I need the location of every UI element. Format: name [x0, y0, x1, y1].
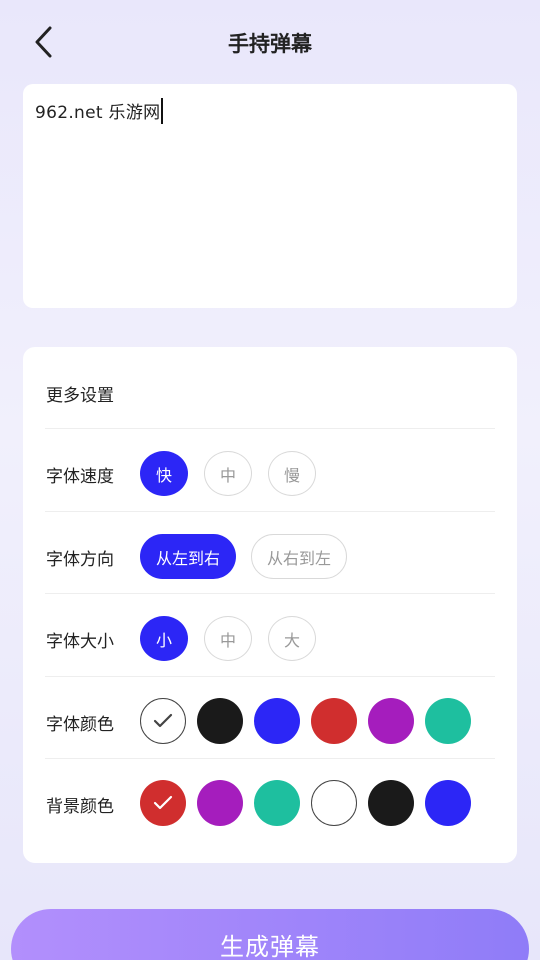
size-option-medium[interactable]: 中 — [204, 616, 252, 661]
direction-option-ltr[interactable]: 从左到右 — [140, 534, 236, 579]
size-option-small[interactable]: 小 — [140, 616, 188, 661]
bg-color-swatch[interactable] — [368, 780, 414, 826]
font-color-swatch[interactable] — [311, 698, 357, 744]
settings-title: 更多设置 — [46, 386, 114, 406]
divider — [45, 593, 495, 594]
size-option-large[interactable]: 大 — [268, 616, 316, 661]
speed-option-medium[interactable]: 中 — [204, 451, 252, 496]
speed-option-slow[interactable]: 慢 — [268, 451, 316, 496]
bg-color-swatch[interactable] — [197, 780, 243, 826]
bg-color-label: 背景颜色 — [46, 797, 114, 817]
font-color-swatch[interactable] — [254, 698, 300, 744]
divider — [45, 511, 495, 512]
font-color-label: 字体颜色 — [46, 715, 114, 735]
direction-option-rtl[interactable]: 从右到左 — [251, 534, 347, 579]
settings-card: 更多设置 字体速度 快 中 慢 字体方向 从左到右 从右到左 字体大小 小 中 … — [23, 347, 517, 863]
check-icon — [153, 713, 173, 728]
page-title: 手持弹幕 — [228, 32, 312, 56]
text-caret — [161, 98, 164, 124]
danmaku-text-value: 962.net 乐游网 — [35, 103, 161, 123]
direction-label: 字体方向 — [46, 550, 114, 570]
bg-color-swatch[interactable] — [425, 780, 471, 826]
divider — [45, 758, 495, 759]
font-color-swatch[interactable] — [197, 698, 243, 744]
size-label: 字体大小 — [46, 632, 114, 652]
bg-color-swatch[interactable] — [254, 780, 300, 826]
generate-danmaku-button[interactable]: 生成弹幕 — [11, 909, 529, 960]
check-icon — [153, 795, 173, 810]
divider — [45, 676, 495, 677]
bg-color-swatch[interactable] — [311, 780, 357, 826]
font-color-swatch[interactable] — [425, 698, 471, 744]
speed-option-fast[interactable]: 快 — [140, 451, 188, 496]
danmaku-text-input[interactable]: 962.net 乐游网 — [23, 84, 517, 308]
divider — [45, 428, 495, 429]
font-color-swatch[interactable] — [140, 698, 186, 744]
header: 手持弹幕 — [0, 0, 540, 86]
speed-label: 字体速度 — [46, 467, 114, 487]
bg-color-swatch[interactable] — [140, 780, 186, 826]
font-color-swatch[interactable] — [368, 698, 414, 744]
